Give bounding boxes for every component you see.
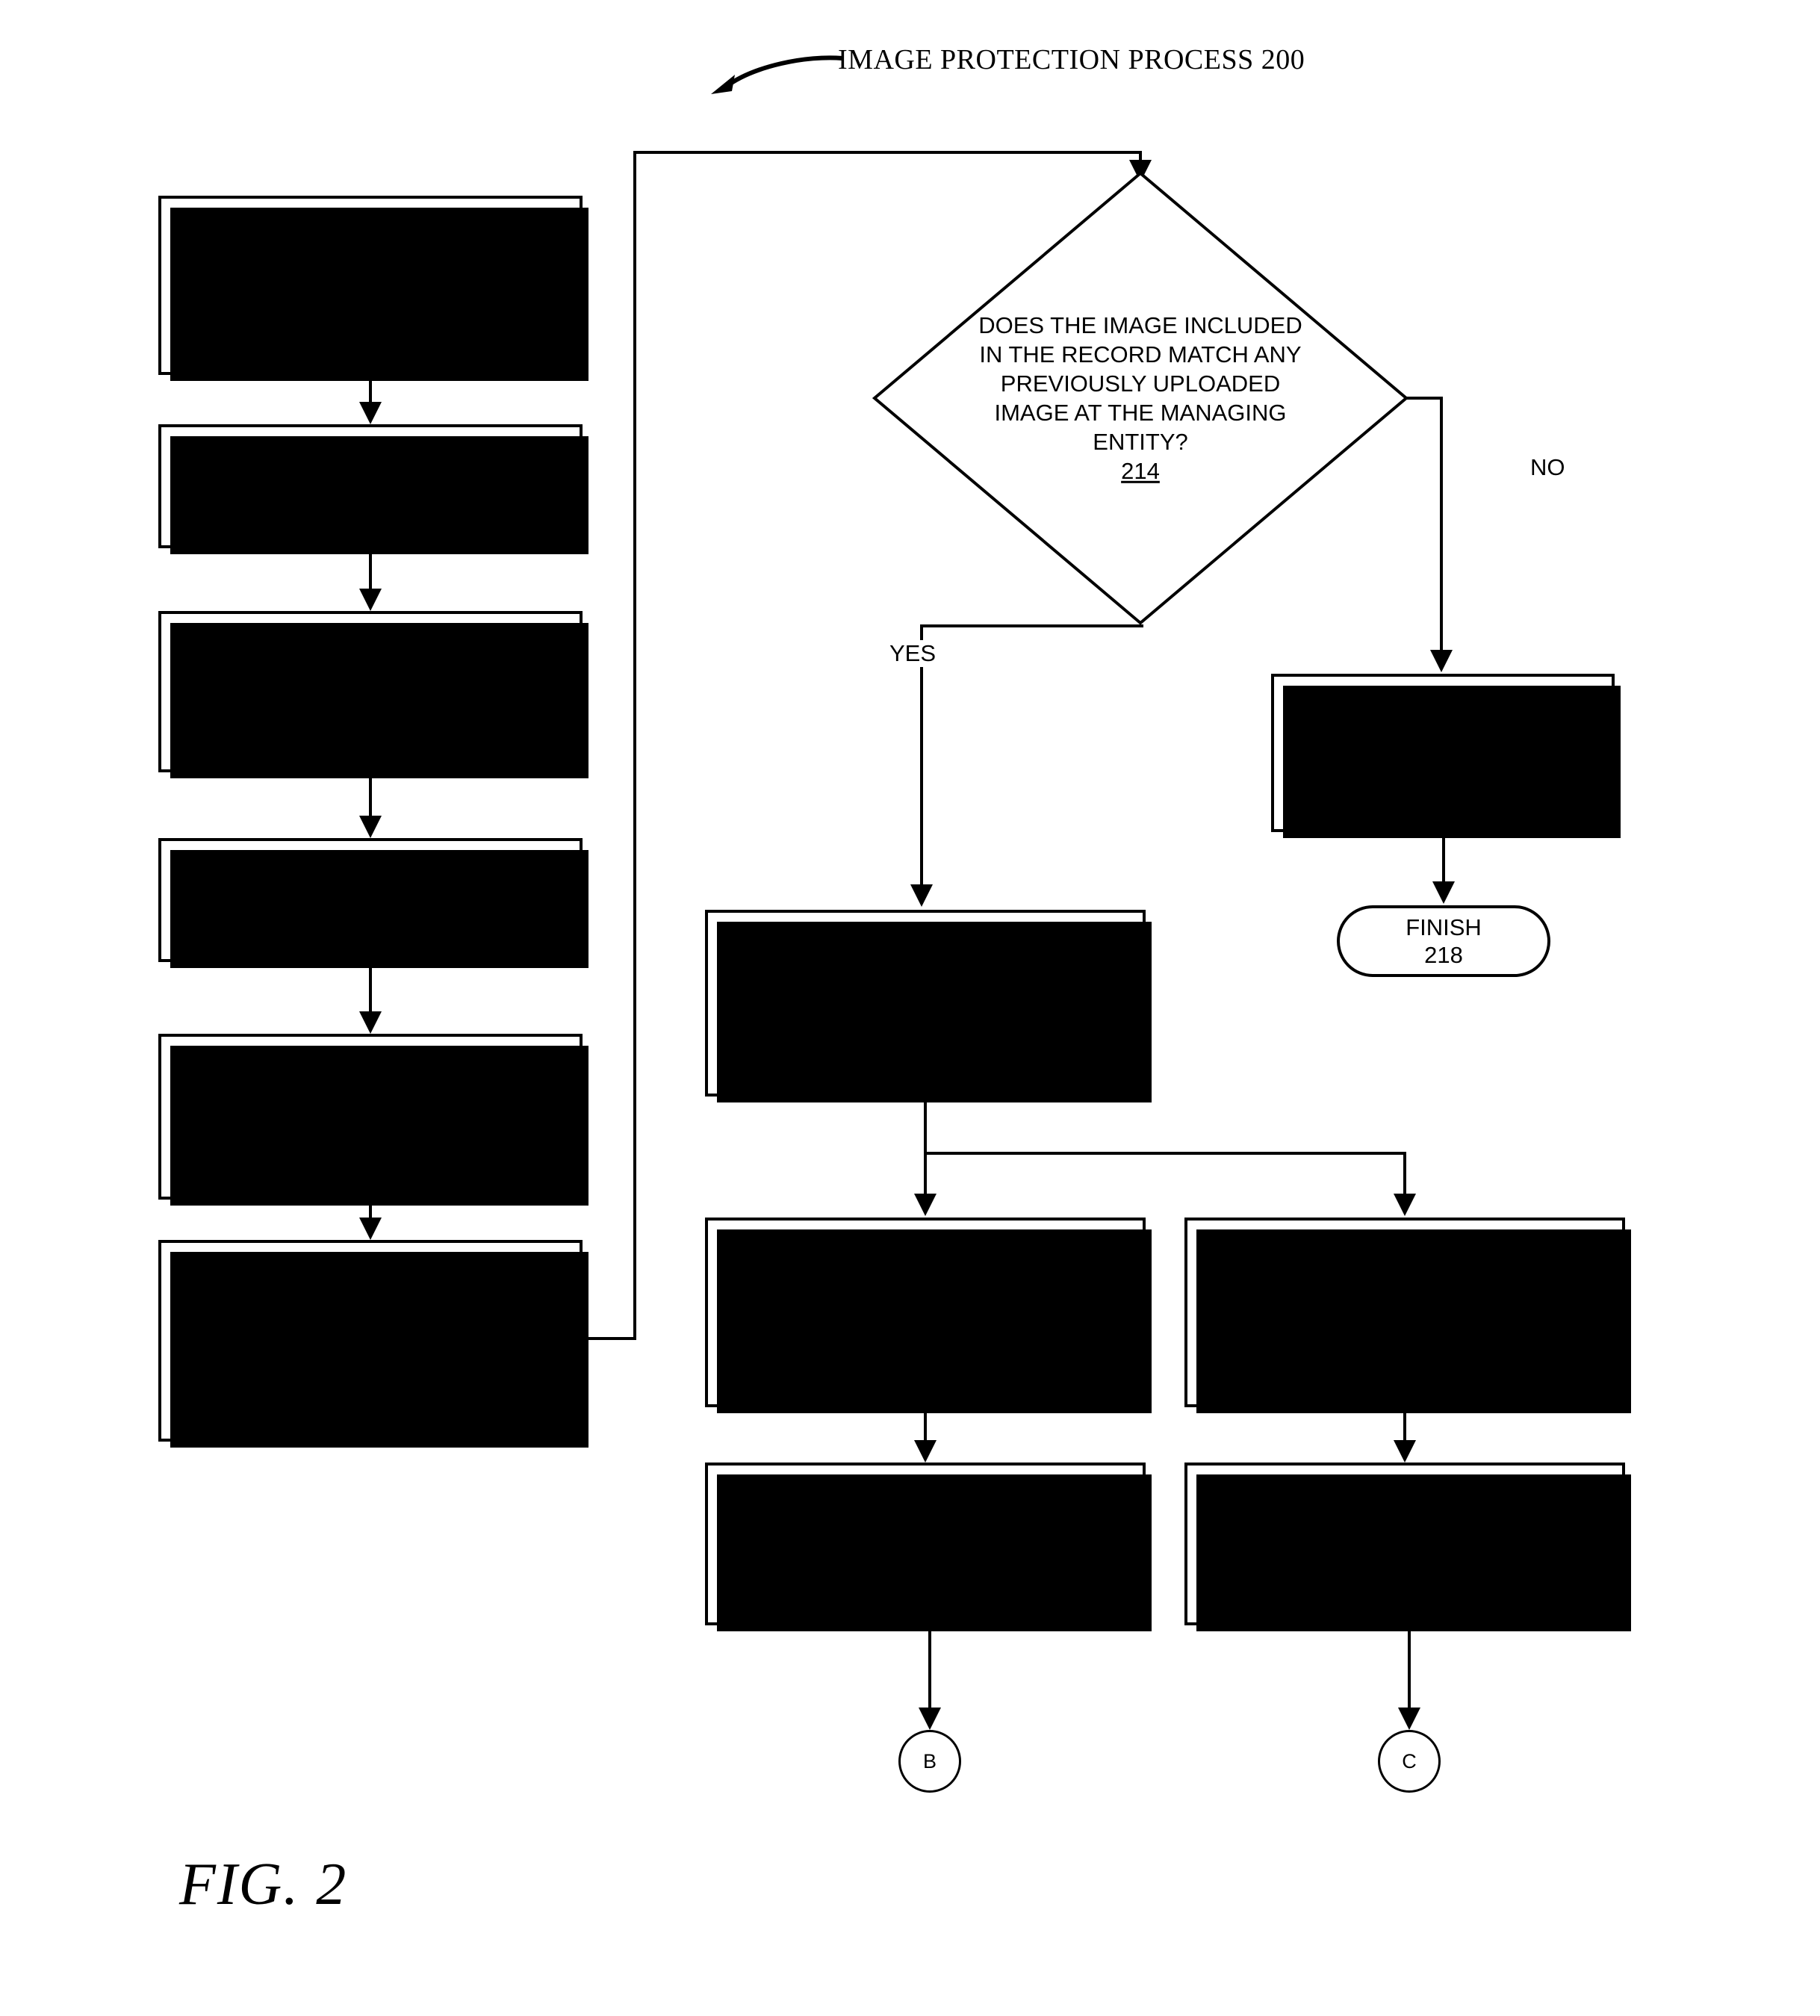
process-box-202-ref: 202 (350, 318, 391, 348)
process-box-216-text: CREATE A NEW RIGHTS PROFILE AT MANAGING … (1317, 689, 1568, 782)
process-box-224-text: LOCAL HOST-C UPDATES RECORD ASSOCIATED W… (749, 1480, 1102, 1573)
decision-diamond-214-text: DOES THE IMAGE INCLUDED IN THE RECORD MA… (978, 311, 1302, 456)
figure-canvas: IMAGE PROTECTION PROCESS 200 CLIENT-X UP… (0, 0, 1820, 2016)
flow-212-riser (633, 151, 636, 1340)
flow-214-no-drop (1440, 397, 1443, 653)
process-box-202[interactable]: CLIENT-X UPLOADS A DIGITAL IMAGE TO LOCA… (158, 196, 588, 381)
flow-220-split-bus (924, 1152, 1406, 1155)
process-box-222-ref: 222 (905, 1362, 945, 1392)
offpage-connector-b[interactable]: B (898, 1730, 961, 1793)
process-box-210-text: RECORD OF THE IMAGE DATA AND SETTINGS SA… (211, 1052, 530, 1146)
arrowhead-214-to-220 (910, 884, 933, 907)
process-box-212-text: LOCAL RECORD TRANSFERRED FROM LOCAL HOST… (235, 1261, 506, 1386)
edge-label-no: NO (1528, 454, 1568, 481)
process-box-210-ref: 210 (350, 1150, 391, 1179)
arrowhead-206-to-208 (359, 816, 382, 838)
terminator-finish-218-ref: 218 (1424, 942, 1463, 968)
process-box-226[interactable]: MANAGING ENTITY COMMUNICATES TYPE-I DATA… (1184, 1218, 1631, 1413)
arrowhead-220-to-226 (1394, 1194, 1416, 1216)
flow-214-no-segment (1406, 397, 1443, 400)
process-box-220-ref: 220 (905, 1052, 945, 1082)
process-box-208-ref: 208 (350, 917, 391, 947)
figure-title: IMAGE PROTECTION PROCESS 200 (838, 44, 1305, 75)
process-box-204[interactable]: CLIENT-X CONFIRMS THE UPLOAD 204 (158, 424, 588, 554)
arrowhead-224-to-b (919, 1708, 941, 1730)
flow-208-to-210 (369, 962, 372, 1011)
process-box-228-ref: 228 (1385, 1577, 1425, 1607)
process-box-228[interactable]: LOCAL HOST-A UPDATES RECORD ASSOCIATED W… (1184, 1463, 1631, 1631)
flow-228-to-c (1408, 1625, 1411, 1708)
flow-204-to-206 (369, 548, 372, 589)
flow-212-right-segment (583, 1337, 636, 1340)
process-box-228-text: LOCAL HOST-A UPDATES RECORD ASSOCIATED W… (1229, 1480, 1581, 1573)
title-leader-arrow (702, 45, 844, 97)
process-box-224-ref: 224 (905, 1577, 945, 1607)
process-box-222-text: MANAGING ENTITY COMMUNICATES TYPE-II DAT… (753, 1232, 1098, 1358)
decision-diamond-214-text-wrap: DOES THE IMAGE INCLUDED IN THE RECORD MA… (872, 282, 1409, 515)
arrowhead-222-to-224 (914, 1440, 937, 1463)
offpage-connector-c-label: C (1402, 1749, 1417, 1772)
edge-label-yes: YES (887, 640, 939, 667)
arrowhead-204-to-206 (359, 589, 382, 611)
figure-caption: FIG. 2 (179, 1852, 348, 1917)
flow-224-to-b (928, 1625, 931, 1708)
arrowhead-214-to-216 (1430, 650, 1453, 672)
process-box-210[interactable]: RECORD OF THE IMAGE DATA AND SETTINGS SA… (158, 1034, 588, 1206)
process-box-212-ref: 212 (350, 1390, 391, 1420)
process-box-220-text: RECORD OF THE MATCH SAVED TO THE PROFILE… (755, 923, 1096, 1049)
process-box-206-ref: 206 (350, 725, 391, 754)
arrowhead-216-to-218 (1432, 881, 1455, 904)
flow-220-drop (924, 1097, 927, 1155)
arrowhead-226-to-228 (1394, 1440, 1416, 1463)
decision-diamond-214[interactable]: DOES THE IMAGE INCLUDED IN THE RECORD MA… (872, 170, 1409, 626)
process-box-216[interactable]: CREATE A NEW RIGHTS PROFILE AT MANAGING … (1271, 674, 1621, 838)
process-box-206-text: CLIENT-X IS PRESENTED WITH PRIVACY SETTI… (209, 627, 532, 721)
process-box-204-ref: 204 (350, 503, 391, 533)
process-box-206[interactable]: CLIENT-X IS PRESENTED WITH PRIVACY SETTI… (158, 611, 588, 778)
flow-212-top-segment (633, 151, 1142, 154)
process-box-226-ref: 226 (1385, 1362, 1425, 1392)
process-box-202-text: CLIENT-X UPLOADS A DIGITAL IMAGE TO LOCA… (202, 221, 538, 314)
decision-diamond-214-ref: 214 (1121, 458, 1160, 485)
process-box-216-ref: 216 (1423, 786, 1463, 816)
process-box-204-text: CLIENT-X CONFIRMS THE UPLOAD (209, 438, 532, 500)
terminator-finish-218[interactable]: FINISH 218 (1337, 905, 1550, 977)
arrowhead-228-to-c (1398, 1708, 1420, 1730)
flow-220-to-222 (924, 1152, 927, 1195)
flow-220-to-226 (1403, 1152, 1406, 1195)
offpage-connector-b-label: B (922, 1749, 937, 1772)
arrowhead-210-to-212 (359, 1218, 382, 1240)
process-box-220[interactable]: RECORD OF THE MATCH SAVED TO THE PROFILE… (705, 910, 1152, 1102)
offpage-connector-c[interactable]: C (1378, 1730, 1441, 1793)
process-box-208[interactable]: CLIENT-X SPECIFIES DESIRED PROTECTION 20… (158, 838, 588, 968)
terminator-finish-218-label: FINISH (1406, 914, 1482, 940)
flow-206-to-208 (369, 772, 372, 816)
process-box-212[interactable]: LOCAL RECORD TRANSFERRED FROM LOCAL HOST… (158, 1240, 588, 1448)
process-box-226-text: MANAGING ENTITY COMMUNICATES TYPE-I DATA… (1232, 1232, 1577, 1358)
process-box-208-text: CLIENT-X SPECIFIES DESIRED PROTECTION (228, 852, 513, 914)
arrowhead-202-to-204 (359, 402, 382, 424)
arrowhead-220-to-222 (914, 1194, 937, 1216)
process-box-224[interactable]: LOCAL HOST-C UPDATES RECORD ASSOCIATED W… (705, 1463, 1152, 1631)
arrowhead-208-to-210 (359, 1011, 382, 1034)
flow-216-to-218 (1442, 832, 1445, 881)
process-box-222[interactable]: MANAGING ENTITY COMMUNICATES TYPE-II DAT… (705, 1218, 1152, 1413)
